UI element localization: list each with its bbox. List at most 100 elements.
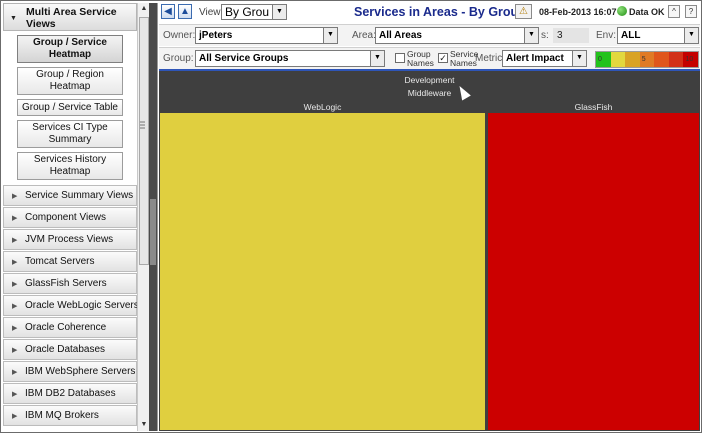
- sidebar-section-header[interactable]: ▼ Multi Area Service Views: [3, 3, 137, 31]
- sidebar-group-ibm-mq-brokers[interactable]: ▶ IBM MQ Brokers: [3, 405, 137, 426]
- legend-swatch: [610, 52, 626, 67]
- nav-group-region-heatmap[interactable]: Group / Region Heatmap: [17, 67, 123, 95]
- sidebar-group-service-summary-views[interactable]: ▶ Service Summary Views: [3, 185, 137, 206]
- metric-color-legend: 0 5 10: [595, 51, 699, 68]
- owner-select-value: jPeters: [199, 30, 233, 41]
- sidebar-group-label: JVM Process Views: [25, 234, 114, 245]
- home-up-arrow-icon[interactable]: ▲: [178, 4, 192, 19]
- dropdown-arrow-icon[interactable]: ▼: [684, 28, 698, 43]
- legend-swatch: 5: [639, 52, 655, 67]
- chevron-right-icon: ▶: [12, 347, 18, 354]
- chevron-right-icon: ▶: [12, 413, 18, 420]
- chevron-right-icon: ▶: [12, 215, 18, 222]
- sidebar-group-label: Oracle Databases: [25, 344, 106, 355]
- metric-select[interactable]: Alert Impact ▼: [502, 50, 587, 67]
- dropdown-arrow-icon[interactable]: ▼: [272, 5, 286, 19]
- caret-down-icon: ▼: [10, 15, 17, 22]
- metric-select-value: Alert Impact: [506, 53, 564, 64]
- sidebar-group-ibm-websphere-servers[interactable]: ▶ IBM WebSphere Servers: [3, 361, 137, 382]
- warning-icon[interactable]: ⚠: [515, 4, 532, 19]
- sidebar-group-jvm-process-views[interactable]: ▶ JVM Process Views: [3, 229, 137, 250]
- dropdown-arrow-icon[interactable]: ▼: [370, 51, 384, 66]
- group-select[interactable]: All Service Groups ▼: [195, 50, 385, 67]
- env-select-value: ALL: [621, 30, 641, 41]
- sidebar-group-label: Oracle Coherence: [25, 322, 107, 333]
- view-select-value: By Grou: [225, 5, 270, 19]
- sidebar-group-label: GlassFish Servers: [25, 278, 107, 289]
- grip-icon: ═ ═ ═: [140, 119, 145, 132]
- heatmap-service-label-weblogic: WebLogic: [303, 102, 342, 112]
- status-ok-icon: [617, 6, 627, 16]
- sidebar-group-oracle-weblogic-servers[interactable]: ▶ Oracle WebLogic Servers: [3, 295, 137, 316]
- heatmap-tile-glassfish[interactable]: [488, 113, 699, 430]
- sidebar-group-component-views[interactable]: ▶ Component Views: [3, 207, 137, 228]
- service-names-checkbox[interactable]: ✓: [438, 53, 448, 63]
- sidebar-group-label: Component Views: [25, 212, 106, 223]
- legend-swatch: [654, 52, 669, 67]
- scroll-up-icon[interactable]: ▲: [139, 4, 149, 14]
- top-toolbar: ◀ ▲ View: By Grou ▼ Services in Areas - …: [158, 3, 701, 23]
- sidebar-group-glassfish-servers[interactable]: ▶ GlassFish Servers: [3, 273, 137, 294]
- sidebar-group-label: Oracle WebLogic Servers: [25, 300, 137, 311]
- filter-row-owner: Owner: jPeters ▼ Area: All Areas ▼ s: 3 …: [159, 24, 700, 46]
- view-label: View:: [199, 7, 224, 18]
- navigation-sidebar: ▼ Multi Area Service Views Group / Servi…: [3, 3, 137, 431]
- service-heatmap: Development Middleware WebLogic GlassFis…: [159, 71, 700, 431]
- sidebar-scrollbar[interactable]: ▲ ═ ═ ═ ▼: [137, 3, 149, 431]
- legend-swatch: 0: [596, 52, 611, 67]
- sidebar-group-oracle-coherence[interactable]: ▶ Oracle Coherence: [3, 317, 137, 338]
- up-level-button[interactable]: ^: [668, 5, 680, 18]
- sidebar-group-label: Tomcat Servers: [25, 256, 95, 267]
- sidebar-group-oracle-databases[interactable]: ▶ Oracle Databases: [3, 339, 137, 360]
- sidebar-group-tomcat-servers[interactable]: ▶ Tomcat Servers: [3, 251, 137, 272]
- data-timestamp: 08-Feb-2013 16:07: [539, 7, 617, 17]
- group-label: Group:: [163, 53, 194, 64]
- sidebar-group-label: IBM WebSphere Servers: [25, 366, 136, 377]
- splitter-handle[interactable]: [150, 199, 156, 265]
- sidebar-group-label: IBM MQ Brokers: [25, 410, 99, 421]
- data-status: Data OK: [629, 7, 665, 17]
- filter-row-group: Group: All Service Groups ▼ Group Names …: [159, 47, 700, 69]
- area-label: Area:: [352, 30, 376, 41]
- chevron-right-icon: ▶: [12, 369, 18, 376]
- dropdown-arrow-icon[interactable]: ▼: [524, 28, 538, 43]
- heatmap-service-label-glassfish: GlassFish: [574, 102, 613, 112]
- group-names-checkbox[interactable]: [395, 53, 405, 63]
- scroll-down-icon[interactable]: ▼: [139, 420, 149, 430]
- chevron-right-icon: ▶: [12, 303, 18, 310]
- nav-services-history-heatmap[interactable]: Services History Heatmap: [17, 152, 123, 180]
- area-select-value: All Areas: [379, 30, 422, 41]
- legend-swatch: [625, 52, 640, 67]
- help-button[interactable]: ?: [685, 5, 697, 18]
- main-panel: ◀ ▲ View: By Grou ▼ Services in Areas - …: [157, 3, 700, 431]
- legend-swatch: 10: [683, 52, 699, 67]
- chevron-right-icon: ▶: [12, 259, 18, 266]
- heatmap-tile-weblogic[interactable]: [160, 113, 485, 430]
- env-select[interactable]: ALL ▼: [617, 27, 699, 44]
- panel-splitter[interactable]: [149, 3, 157, 431]
- metric-label: Metric:: [475, 53, 505, 64]
- sidebar-section-title: Multi Area Service Views: [26, 6, 117, 30]
- heatmap-area-label: Development: [404, 75, 455, 85]
- area-select[interactable]: All Areas ▼: [375, 27, 539, 44]
- nav-group-service-table[interactable]: Group / Service Table: [17, 99, 123, 116]
- scrollbar-thumb[interactable]: [139, 17, 149, 265]
- chevron-right-icon: ▶: [12, 325, 18, 332]
- nav-group-service-heatmap[interactable]: Group / Service Heatmap: [17, 35, 123, 63]
- count-label: s:: [541, 30, 549, 41]
- chevron-right-icon: ▶: [12, 237, 18, 244]
- sidebar-group-label: IBM DB2 Databases: [25, 388, 116, 399]
- dropdown-arrow-icon[interactable]: ▼: [323, 28, 337, 43]
- dropdown-arrow-icon[interactable]: ▼: [572, 51, 586, 66]
- env-label: Env:: [596, 30, 617, 41]
- chevron-right-icon: ▶: [12, 391, 18, 398]
- owner-label: Owner:: [163, 30, 196, 41]
- app-window: ▼ Multi Area Service Views Group / Servi…: [0, 0, 702, 433]
- legend-swatch: [668, 52, 684, 67]
- nav-services-ci-type-summary[interactable]: Services CI Type Summary: [17, 120, 123, 148]
- view-select[interactable]: By Grou ▼: [221, 4, 287, 20]
- owner-select[interactable]: jPeters ▼: [195, 27, 338, 44]
- sidebar-group-label: Service Summary Views: [25, 190, 134, 201]
- sidebar-group-ibm-db2-databases[interactable]: ▶ IBM DB2 Databases: [3, 383, 137, 404]
- back-arrow-icon[interactable]: ◀: [161, 4, 175, 19]
